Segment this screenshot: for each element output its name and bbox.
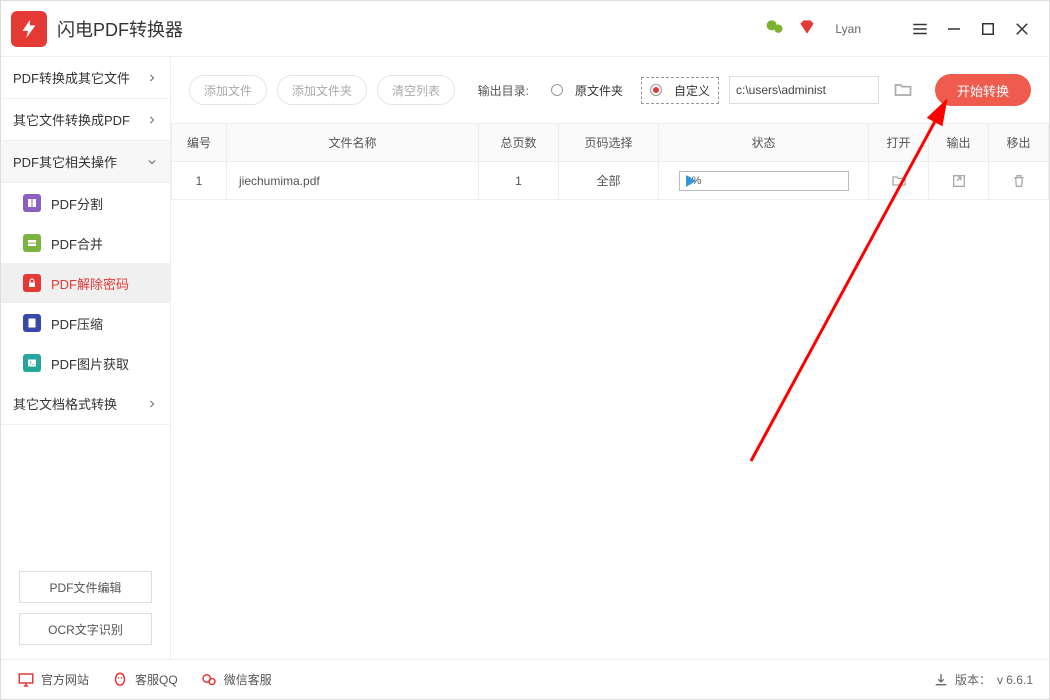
ocr-button[interactable]: OCR文字识别: [19, 613, 152, 645]
app-logo: [11, 11, 47, 47]
cell-filename: jiechumima.pdf: [227, 162, 479, 200]
footer-version: 版本： v 6.6.1: [933, 671, 1033, 688]
lock-icon: [23, 274, 41, 292]
wechat-icon: [200, 671, 218, 689]
footer: 官方网站 客服QQ 微信客服 版本： v 6.6.1: [1, 659, 1049, 699]
footer-wechat[interactable]: 微信客服: [200, 671, 272, 689]
sidebar-item-extract-images[interactable]: PDF图片获取: [1, 343, 170, 383]
sidebar-cat-label: 其它文件转换成PDF: [13, 110, 130, 129]
sidebar-cat-other-formats[interactable]: 其它文档格式转换: [1, 383, 170, 425]
trash-icon: [1011, 173, 1027, 189]
vip-diamond-icon[interactable]: [799, 19, 815, 38]
sidebar-cat-label: PDF转换成其它文件: [13, 68, 130, 87]
export-icon: [951, 173, 967, 189]
sidebar-item-merge[interactable]: PDF合并: [1, 223, 170, 263]
cell-open[interactable]: [869, 162, 929, 200]
footer-qq[interactable]: 客服QQ: [111, 671, 178, 689]
qq-icon: [111, 671, 129, 689]
cell-status: 0%: [659, 162, 869, 200]
sidebar-item-label: PDF解除密码: [51, 274, 129, 293]
sidebar-item-label: PDF分割: [51, 194, 103, 213]
add-folder-button[interactable]: 添加文件夹: [277, 75, 367, 105]
chevron-down-icon: [146, 156, 158, 168]
user-name[interactable]: Lyan: [835, 22, 861, 36]
sidebar-cat-other-to-pdf[interactable]: 其它文件转换成PDF: [1, 99, 170, 141]
open-folder-icon: [891, 173, 907, 189]
chevron-right-icon: [146, 398, 158, 410]
main-panel: 添加文件 添加文件夹 清空列表 输出目录: 原文件夹 自定义 开始转换: [171, 57, 1049, 659]
menu-icon[interactable]: [909, 18, 931, 40]
browse-folder-button[interactable]: [889, 76, 917, 104]
minimize-button[interactable]: [943, 18, 965, 40]
output-path-input[interactable]: [729, 76, 879, 104]
sidebar-item-split[interactable]: PDF分割: [1, 183, 170, 223]
maximize-button[interactable]: [977, 18, 999, 40]
th-name: 文件名称: [227, 124, 479, 162]
cell-idx: 1: [172, 162, 227, 200]
progress-bar[interactable]: 0%: [679, 171, 849, 191]
add-file-button[interactable]: 添加文件: [189, 75, 267, 105]
sidebar-item-label: PDF合并: [51, 234, 103, 253]
radio-custom-folder[interactable]: 自定义: [641, 77, 719, 104]
title-bar: 闪电PDF转换器 Lyan: [1, 1, 1049, 57]
sidebar-item-compress[interactable]: PDF压缩: [1, 303, 170, 343]
sidebar-item-label: PDF压缩: [51, 314, 103, 333]
file-table: 编号 文件名称 总页数 页码选择 状态 打开 输出 移出 1 jiechumim…: [171, 123, 1049, 200]
cell-remove[interactable]: [989, 162, 1049, 200]
table-row[interactable]: 1 jiechumima.pdf 1 全部 0%: [172, 162, 1049, 200]
th-status: 状态: [659, 124, 869, 162]
play-icon[interactable]: [686, 175, 696, 187]
pdf-editor-button[interactable]: PDF文件编辑: [19, 571, 152, 603]
sidebar-cat-pdf-ops[interactable]: PDF其它相关操作: [1, 141, 170, 183]
chevron-right-icon: [146, 72, 158, 84]
radio-source-folder[interactable]: 原文件夹: [543, 78, 631, 103]
sidebar-cat-pdf-to-other[interactable]: PDF转换成其它文件: [1, 57, 170, 99]
sidebar-item-label: PDF图片获取: [51, 354, 129, 373]
close-button[interactable]: [1011, 18, 1033, 40]
download-icon: [933, 672, 949, 688]
compress-icon: [23, 314, 41, 332]
cell-output[interactable]: [929, 162, 989, 200]
output-dir-label: 输出目录:: [478, 82, 529, 99]
app-title: 闪电PDF转换器: [57, 16, 183, 42]
clear-list-button[interactable]: 清空列表: [377, 75, 455, 105]
th-pages: 总页数: [479, 124, 559, 162]
chevron-right-icon: [146, 114, 158, 126]
cell-range[interactable]: 全部: [559, 162, 659, 200]
th-idx: 编号: [172, 124, 227, 162]
footer-website[interactable]: 官方网站: [17, 671, 89, 689]
th-open: 打开: [869, 124, 929, 162]
monitor-icon: [17, 671, 35, 689]
merge-icon: [23, 234, 41, 252]
th-out: 输出: [929, 124, 989, 162]
sidebar-item-remove-password[interactable]: PDF解除密码: [1, 263, 170, 303]
wechat-icon[interactable]: [765, 17, 785, 40]
toolbar: 添加文件 添加文件夹 清空列表 输出目录: 原文件夹 自定义 开始转换: [171, 57, 1049, 123]
th-rm: 移出: [989, 124, 1049, 162]
cell-pages: 1: [479, 162, 559, 200]
sidebar-cat-label: PDF其它相关操作: [13, 152, 117, 171]
sidebar: PDF转换成其它文件 其它文件转换成PDF PDF其它相关操作 PDF分割 PD…: [1, 57, 171, 659]
start-convert-button[interactable]: 开始转换: [935, 74, 1031, 106]
split-icon: [23, 194, 41, 212]
sidebar-cat-label: 其它文档格式转换: [13, 394, 117, 413]
image-icon: [23, 354, 41, 372]
th-range: 页码选择: [559, 124, 659, 162]
